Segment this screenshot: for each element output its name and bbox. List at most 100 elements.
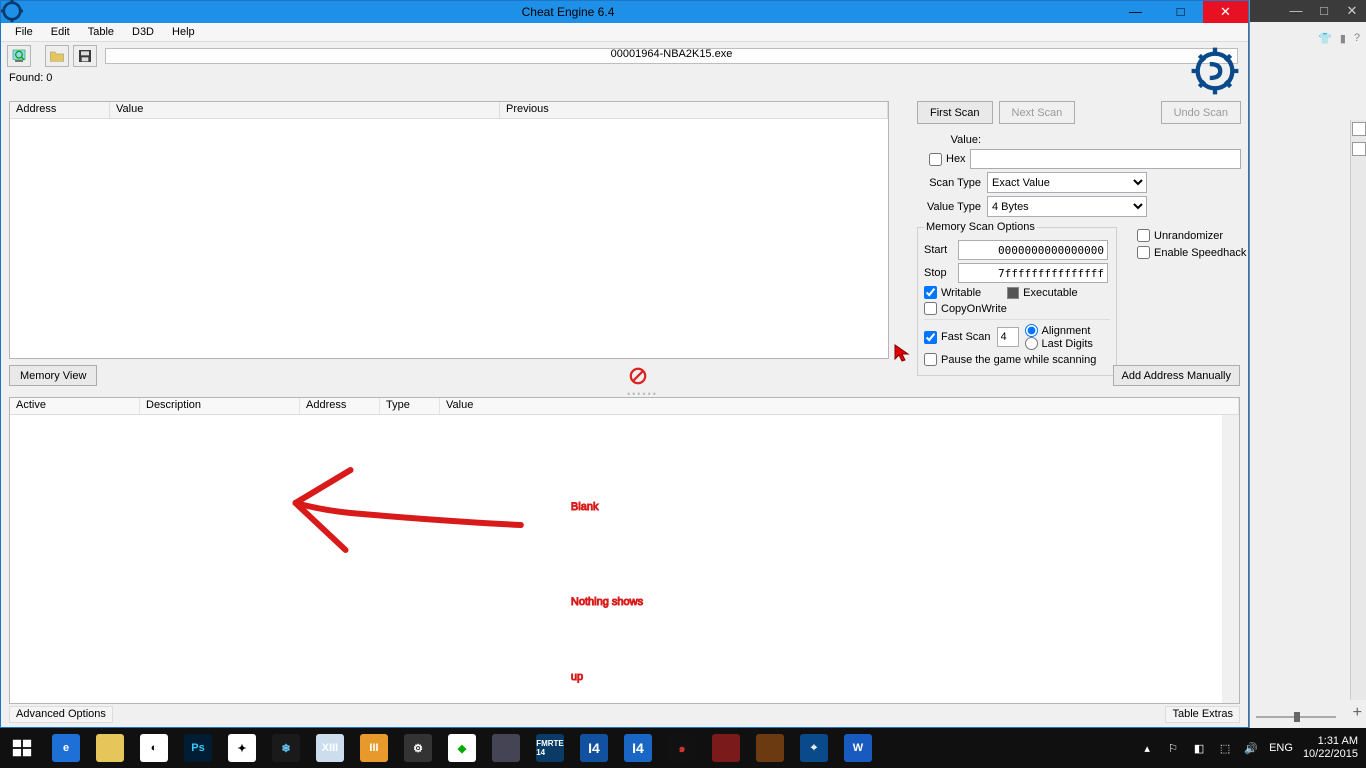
bg-close-button[interactable]: ✕ — [1338, 0, 1366, 22]
taskbar-app-7[interactable]: I4 — [572, 728, 616, 768]
taskbar-app-3[interactable]: XIII — [308, 728, 352, 768]
taskbar-app-5[interactable]: ⚙ — [396, 728, 440, 768]
minimize-button[interactable]: — — [1113, 1, 1158, 23]
fastscan-checkbox[interactable] — [924, 331, 937, 344]
advanced-options-button[interactable]: Advanced Options — [9, 706, 113, 723]
menu-table[interactable]: Table — [80, 24, 122, 40]
pointer-icon[interactable] — [893, 343, 913, 363]
save-button[interactable] — [73, 45, 97, 67]
address-list[interactable]: Active Description Address Type Value Bl… — [9, 397, 1240, 704]
menu-bar: File Edit Table D3D Help — [1, 23, 1248, 42]
taskbar-app-4[interactable]: III — [352, 728, 396, 768]
bg-minimize-button[interactable]: — — [1282, 0, 1310, 22]
undo-scan-button[interactable]: Undo Scan — [1161, 101, 1241, 124]
stop-input[interactable] — [958, 263, 1108, 283]
bg-add-tab-button[interactable]: + — [1353, 704, 1362, 722]
open-file-button[interactable] — [45, 45, 69, 67]
memory-view-button[interactable]: Memory View — [9, 365, 97, 386]
fastscan-value-input[interactable] — [997, 327, 1019, 347]
help-icon[interactable]: ? — [1354, 32, 1360, 45]
fastscan-label: Fast Scan — [941, 331, 991, 343]
start-button[interactable] — [0, 728, 44, 768]
taskbar-ie[interactable]: e — [44, 728, 88, 768]
taskbar-app-6[interactable] — [484, 728, 528, 768]
value-type-select[interactable]: 4 Bytes — [987, 196, 1147, 217]
app-icon[interactable] — [1, 0, 23, 25]
start-label: Start — [924, 244, 958, 256]
address-list-scrollbar[interactable] — [1222, 415, 1239, 703]
windows-taskbar[interactable]: e ◐ Ps ✦ ❄ XIII III ⚙ ◆ FMRTE14 I4 I4 ๑ … — [0, 728, 1366, 768]
value-type-label: Value Type — [917, 201, 987, 213]
bg-rail-button-1[interactable] — [1352, 122, 1366, 136]
close-button[interactable]: ✕ — [1203, 1, 1248, 23]
scan-results-list[interactable]: Address Value Previous — [9, 101, 889, 359]
taskbar-explorer[interactable] — [88, 728, 132, 768]
col-address2[interactable]: Address — [300, 398, 380, 414]
tray-action-center-icon[interactable]: ⚐ — [1165, 740, 1181, 756]
col-value2[interactable]: Value — [440, 398, 1239, 414]
col-value[interactable]: Value — [110, 102, 500, 118]
col-address[interactable]: Address — [10, 102, 110, 118]
taskbar-word[interactable]: W — [836, 728, 880, 768]
value-input[interactable] — [970, 149, 1241, 169]
next-scan-button[interactable]: Next Scan — [999, 101, 1076, 124]
taskbar-app-10[interactable] — [704, 728, 748, 768]
writable-checkbox[interactable] — [924, 286, 937, 299]
lastdigits-radio[interactable] — [1025, 337, 1038, 350]
taskbar-cheatengine[interactable]: ⌖ — [792, 728, 836, 768]
taskbar-app-11[interactable] — [748, 728, 792, 768]
status-bar: Advanced Options Table Extras — [9, 706, 1240, 723]
add-address-manually-button[interactable]: Add Address Manually — [1113, 365, 1240, 386]
tray-network-icon[interactable]: ⬚ — [1217, 740, 1233, 756]
hex-checkbox[interactable] — [929, 153, 942, 166]
titlebar[interactable]: Cheat Engine 6.4 — □ ✕ — [1, 1, 1248, 23]
tray-chevron-up-icon[interactable]: ▴ — [1139, 740, 1155, 756]
menu-edit[interactable]: Edit — [43, 24, 78, 40]
writable-label: Writable — [941, 287, 981, 299]
taskbar-app-2[interactable]: ❄ — [264, 728, 308, 768]
taskbar-chrome[interactable]: ◐ — [132, 728, 176, 768]
speedhack-label: Enable Speedhack — [1154, 247, 1246, 259]
taskbar-photoshop[interactable]: Ps — [176, 728, 220, 768]
unrandomizer-checkbox[interactable] — [1137, 229, 1150, 242]
table-extras-button[interactable]: Table Extras — [1165, 706, 1240, 723]
col-active[interactable]: Active — [10, 398, 140, 414]
user-icon[interactable]: ▮ — [1340, 32, 1346, 45]
taskbar-sims[interactable]: ◆ — [440, 728, 484, 768]
menu-d3d[interactable]: D3D — [124, 24, 162, 40]
tray-date: 10/22/2015 — [1303, 748, 1358, 761]
bg-right-rail — [1350, 120, 1366, 700]
speedhack-checkbox[interactable] — [1137, 246, 1150, 259]
scan-type-select[interactable]: Exact Value — [987, 172, 1147, 193]
bg-zoom-slider[interactable] — [1256, 712, 1336, 722]
bg-rail-button-2[interactable] — [1352, 142, 1366, 156]
maximize-button[interactable]: □ — [1158, 1, 1203, 23]
executable-checkbox[interactable] — [1007, 287, 1019, 299]
clear-list-button[interactable] — [629, 367, 647, 385]
copyonwrite-label: CopyOnWrite — [941, 303, 1007, 315]
alignment-label: Alignment — [1042, 325, 1091, 337]
copyonwrite-checkbox[interactable] — [924, 302, 937, 315]
taskbar-fmrte[interactable]: FMRTE14 — [528, 728, 572, 768]
tray-app-icon[interactable]: ◧ — [1191, 740, 1207, 756]
open-process-button[interactable] — [7, 45, 31, 67]
first-scan-button[interactable]: First Scan — [917, 101, 993, 124]
tray-clock[interactable]: 1:31 AM 10/22/2015 — [1303, 735, 1358, 761]
taskbar-app-9[interactable]: ๑ — [660, 728, 704, 768]
start-input[interactable] — [958, 240, 1108, 260]
scan-progress-bar — [105, 48, 1238, 64]
tray-language[interactable]: ENG — [1269, 742, 1293, 755]
tray-volume-icon[interactable]: 🔊 — [1243, 740, 1259, 756]
unrandomizer-label: Unrandomizer — [1154, 230, 1223, 242]
alignment-radio[interactable] — [1025, 324, 1038, 337]
system-tray[interactable]: ▴ ⚐ ◧ ⬚ 🔊 ENG 1:31 AM 10/22/2015 — [1131, 728, 1366, 768]
col-type[interactable]: Type — [380, 398, 440, 414]
menu-help[interactable]: Help — [164, 24, 203, 40]
taskbar-app-8[interactable]: I4 — [616, 728, 660, 768]
taskbar-app-1[interactable]: ✦ — [220, 728, 264, 768]
menu-file[interactable]: File — [7, 24, 41, 40]
col-previous[interactable]: Previous — [500, 102, 888, 118]
col-description[interactable]: Description — [140, 398, 300, 414]
bg-maximize-button[interactable]: □ — [1310, 0, 1338, 22]
shirt-icon[interactable]: 👕 — [1318, 32, 1332, 45]
